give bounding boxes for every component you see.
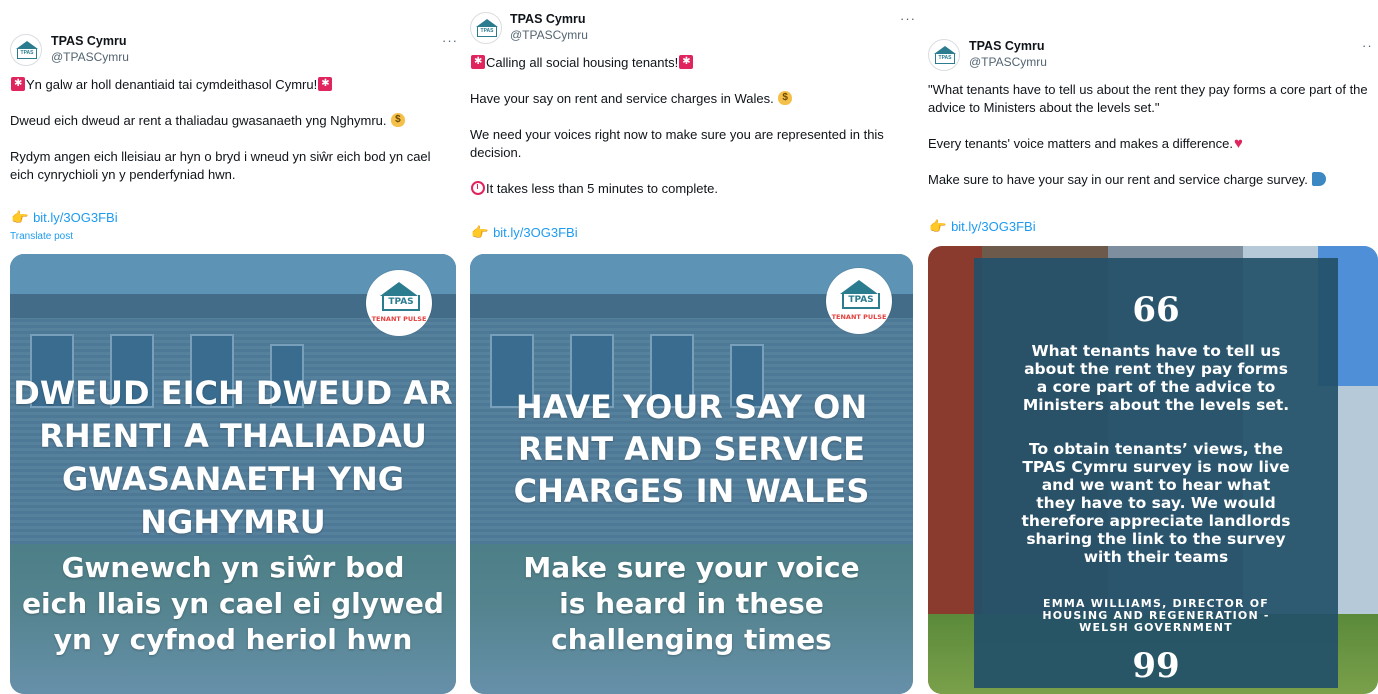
alarm-clock-icon: [471, 181, 485, 195]
pointing-hand-icon: 👉: [11, 209, 29, 225]
money-bag-icon: [778, 91, 793, 105]
quote-text-2: To obtain tenants’ views, the TPAS Cymru…: [1021, 440, 1291, 566]
text-line: "What tenants have to tell us about the …: [928, 82, 1368, 115]
red-heart-icon: ♥: [1234, 135, 1243, 152]
image-subtext: Gwnewch yn siŵr bod eich llais yn cael e…: [22, 551, 444, 656]
siren-icon: [471, 55, 485, 69]
siren-icon: [11, 77, 25, 91]
megaphone-icon: [1312, 172, 1327, 186]
money-bag-icon: [391, 113, 406, 127]
post-link[interactable]: 👉 bit.ly/3OG3FBi: [928, 218, 1036, 235]
text-line: Have your say on rent and service charge…: [470, 90, 916, 108]
siren-icon: [679, 55, 694, 69]
post-link[interactable]: 👉 bit.ly/3OG3FBi: [470, 224, 578, 241]
tpas-avatar[interactable]: TPAS: [928, 39, 960, 71]
quote-box: 66 What tenants have to tell us about th…: [974, 258, 1338, 688]
author-handle[interactable]: @TPASCymru: [51, 50, 129, 64]
text-line: Dweud eich dweud ar rent a thaliadau gwa…: [10, 112, 456, 130]
text-line: We need your voices right now to make su…: [470, 127, 884, 160]
author-handle[interactable]: @TPASCymru: [969, 55, 1047, 69]
tpas-logo: TPAS TENANT PULSE: [826, 268, 892, 334]
post-text: "What tenants have to tell us about the …: [928, 81, 1378, 189]
post-image[interactable]: TPAS TENANT PULSE HAVE YOUR SAY ON RENT …: [470, 254, 913, 694]
tpas-avatar[interactable]: TPAS: [10, 34, 42, 66]
more-options-button[interactable]: ··: [1362, 38, 1373, 53]
post-card-3[interactable]: TPAS TPAS Cymru @TPASCymru ·· "What tena…: [922, 0, 1378, 694]
post-card-2[interactable]: TPAS TPAS Cymru @TPASCymru ··· Calling a…: [462, 0, 918, 694]
post-card-1[interactable]: TPAS TPAS Cymru @TPASCymru ··· Yn galw a…: [0, 0, 458, 694]
more-options-button[interactable]: ···: [442, 33, 458, 48]
author-name[interactable]: TPAS Cymru: [969, 39, 1044, 53]
post-text: Calling all social housing tenants! Have…: [470, 54, 916, 198]
text-line: It takes less than 5 minutes to complete…: [470, 180, 916, 198]
pointing-hand-icon: 👉: [471, 224, 489, 240]
text-line: Yn galw ar holl denantiaid tai cymdeitha…: [10, 76, 456, 94]
post-image[interactable]: 66 What tenants have to tell us about th…: [928, 246, 1378, 694]
post-image[interactable]: TPAS TENANT PULSE DWEUD EICH DWEUD AR RH…: [10, 254, 456, 694]
text-line: Make sure to have your say in our rent a…: [928, 171, 1378, 189]
text-line: Every tenants' voice matters and makes a…: [928, 135, 1243, 152]
image-subtext: Make sure your voice is heard in these c…: [523, 551, 860, 656]
author-name[interactable]: TPAS Cymru: [51, 34, 126, 48]
pointing-hand-icon: 👉: [929, 218, 947, 234]
open-quote-mark: 66: [1132, 290, 1180, 330]
translate-post-link[interactable]: Translate post: [10, 231, 73, 242]
quote-text-1: What tenants have to tell us about the r…: [1022, 342, 1290, 414]
post-link[interactable]: 👉 bit.ly/3OG3FBi: [10, 209, 118, 226]
quote-author: EMMA WILLIAMS, DIRECTOR OF HOUSING AND R…: [1042, 597, 1270, 634]
tpas-avatar[interactable]: TPAS: [470, 12, 502, 44]
text-line: Calling all social housing tenants!: [470, 54, 916, 72]
more-options-button[interactable]: ···: [900, 11, 916, 26]
text-line: Rydym angen eich lleisiau ar hyn o bryd …: [10, 149, 431, 182]
siren-icon: [318, 77, 333, 91]
author-name[interactable]: TPAS Cymru: [510, 12, 585, 26]
close-quote-mark: 99: [1132, 646, 1180, 686]
author-handle[interactable]: @TPASCymru: [510, 28, 588, 42]
image-headline: HAVE YOUR SAY ON RENT AND SERVICE CHARGE…: [513, 388, 870, 510]
post-text: Yn galw ar holl denantiaid tai cymdeitha…: [10, 76, 456, 184]
image-headline: DWEUD EICH DWEUD AR RHENTI A THALIADAU G…: [13, 374, 453, 541]
tpas-logo: TPAS TENANT PULSE: [366, 270, 432, 336]
